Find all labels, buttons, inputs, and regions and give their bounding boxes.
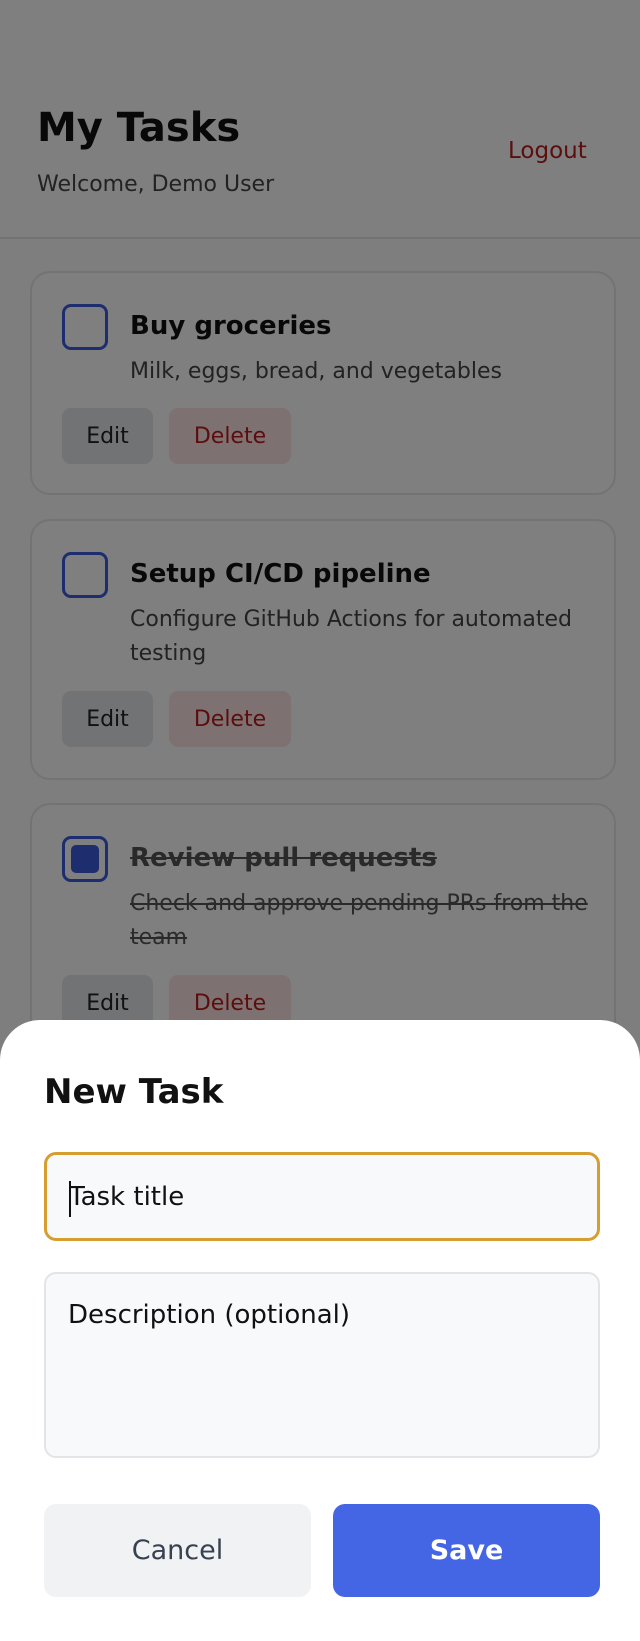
description-input[interactable] (44, 1272, 600, 1458)
modal-title: New Task (44, 1072, 224, 1112)
new-task-sheet: New Task Cancel Save (0, 1020, 640, 1641)
cancel-button[interactable]: Cancel (44, 1504, 311, 1597)
save-button[interactable]: Save (333, 1504, 600, 1597)
task-title-input[interactable] (44, 1152, 600, 1241)
task-title-field[interactable] (69, 1155, 569, 1238)
